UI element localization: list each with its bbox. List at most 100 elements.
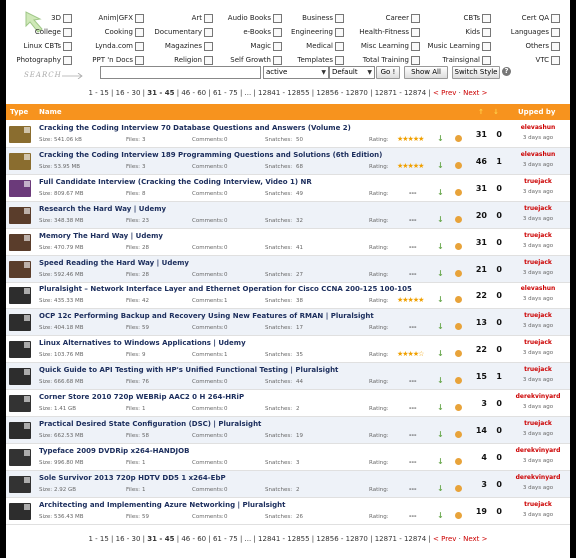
uploader-link[interactable]: truejack: [510, 259, 566, 266]
torrent-title-link[interactable]: Pluralsight – Network Interface Layer an…: [39, 285, 412, 293]
magnet-icon[interactable]: [455, 457, 462, 465]
torrent-title-link[interactable]: Cracking the Coding Interview 70 Databas…: [39, 124, 351, 132]
uploader-link[interactable]: truejack: [510, 339, 566, 346]
download-arrow-icon[interactable]: ↓: [437, 511, 444, 520]
pager-link[interactable]: 12841 - 12855: [258, 535, 310, 543]
torrent-title-link[interactable]: Research the Hard Way | Udemy: [39, 205, 166, 213]
torrent-title-link[interactable]: Linux Alternatives to Windows Applicatio…: [39, 339, 246, 347]
category-cert-qa[interactable]: Cert QA: [472, 12, 562, 25]
pager-link[interactable]: 16 - 30: [116, 535, 141, 543]
magnet-icon[interactable]: [455, 161, 462, 169]
magnet-icon[interactable]: [455, 215, 462, 223]
pager-link[interactable]: 12856 - 12870: [316, 89, 368, 97]
category-checkbox[interactable]: [551, 14, 560, 23]
table-row[interactable]: Full Candidate Interview (Cracking the C…: [6, 175, 570, 202]
uploader-link[interactable]: truejack: [510, 366, 566, 373]
magnet-icon[interactable]: [455, 323, 462, 331]
table-row[interactable]: Pluralsight – Network Interface Layer an…: [6, 282, 570, 310]
uploader-link[interactable]: derekvinyard: [510, 393, 566, 400]
category-thumbnail[interactable]: [9, 179, 31, 197]
show-all-button[interactable]: Show All: [404, 66, 448, 79]
pager-link[interactable]: 61 - 75: [213, 535, 238, 543]
pager-link[interactable]: 61 - 75: [213, 89, 238, 97]
uploader-link[interactable]: truejack: [510, 232, 566, 239]
category-checkbox[interactable]: [551, 56, 560, 65]
uploader-link[interactable]: truejack: [510, 420, 566, 427]
table-row[interactable]: Speed Reading the Hard Way | Udemy Size: 5…: [6, 255, 570, 283]
pager-link[interactable]: 1 - 15: [88, 89, 108, 97]
magnet-icon[interactable]: [455, 296, 462, 304]
torrent-title-link[interactable]: Typeface 2009 DVDRip x264-HANDJOB: [39, 447, 189, 455]
pager-prev-link[interactable]: < Prev: [433, 89, 456, 97]
magnet-icon[interactable]: [455, 350, 462, 358]
table-row[interactable]: Corner Store 2010 720p WEBRip AAC2 0 H 2…: [6, 390, 570, 417]
torrent-title-link[interactable]: Memory The Hard Way | Udemy: [39, 232, 163, 240]
table-row[interactable]: Practical Desired State Configuration (D…: [6, 416, 570, 444]
magnet-icon[interactable]: [455, 188, 462, 196]
download-arrow-icon[interactable]: ↓: [437, 457, 444, 466]
pager-link[interactable]: 31 - 45: [147, 89, 174, 97]
category-thumbnail[interactable]: [9, 448, 31, 466]
switch-style-button[interactable]: Switch Style: [452, 66, 500, 79]
table-row[interactable]: Architecting and Implementing Azure Netw…: [6, 498, 570, 525]
pager-next-link[interactable]: Next >: [463, 89, 487, 97]
pager-link[interactable]: 12856 - 12870: [316, 535, 368, 543]
download-arrow-icon[interactable]: ↓: [437, 349, 444, 358]
category-others[interactable]: Others: [472, 40, 562, 53]
table-row[interactable]: Research the Hard Way | Udemy Size: 348.38…: [6, 201, 570, 229]
sort-select[interactable]: Default ▼: [329, 66, 375, 79]
download-arrow-icon[interactable]: ↓: [437, 295, 444, 304]
header-type[interactable]: Type: [10, 108, 28, 116]
download-arrow-icon[interactable]: ↓: [437, 403, 444, 412]
torrent-title-link[interactable]: Practical Desired State Configuration (D…: [39, 420, 261, 428]
category-thumbnail[interactable]: [9, 126, 31, 143]
pager-link[interactable]: 46 - 60: [181, 89, 206, 97]
table-row[interactable]: OCP 12c Performing Backup and Recovery U…: [6, 309, 570, 337]
torrent-title-link[interactable]: OCP 12c Performing Backup and Recovery U…: [39, 312, 374, 320]
table-row[interactable]: Cracking the Coding Interview 70 Databas…: [6, 121, 570, 148]
category-checkbox[interactable]: [551, 42, 560, 51]
torrent-title-link[interactable]: Corner Store 2010 720p WEBRip AAC2 0 H 2…: [39, 393, 244, 401]
category-thumbnail[interactable]: [9, 206, 31, 224]
pager-link[interactable]: 31 - 45: [147, 535, 174, 543]
category-thumbnail[interactable]: [9, 287, 31, 305]
download-arrow-icon[interactable]: ↓: [437, 376, 444, 385]
download-arrow-icon[interactable]: ↓: [437, 242, 444, 251]
help-icon[interactable]: ?: [502, 67, 511, 76]
category-thumbnail[interactable]: [9, 314, 31, 332]
magnet-icon[interactable]: [455, 269, 462, 277]
uploader-link[interactable]: elevashun: [510, 151, 566, 158]
search-input[interactable]: [100, 66, 261, 79]
table-row[interactable]: Memory The Hard Way | Udemy Size: 470.79 M…: [6, 229, 570, 256]
download-arrow-icon[interactable]: ↓: [437, 269, 444, 278]
download-arrow-icon[interactable]: ↓: [437, 161, 444, 170]
category-thumbnail[interactable]: [9, 395, 31, 412]
uploader-link[interactable]: elevashun: [510, 124, 566, 131]
magnet-icon[interactable]: [455, 404, 462, 411]
status-select[interactable]: active ▼: [263, 66, 329, 79]
pager-link[interactable]: 12871 - 12874: [375, 535, 427, 543]
category-thumbnail[interactable]: [9, 475, 31, 493]
download-arrow-icon[interactable]: ↓: [437, 484, 444, 493]
magnet-icon[interactable]: [455, 430, 462, 438]
torrent-title-link[interactable]: Sole Survivor 2013 720p HDTV DD5 1 x264-…: [39, 474, 226, 482]
magnet-icon[interactable]: [455, 242, 462, 250]
uploader-link[interactable]: elevashun: [510, 285, 566, 292]
pager-link[interactable]: 46 - 60: [181, 535, 206, 543]
torrent-title-link[interactable]: Full Candidate Interview (Cracking the C…: [39, 178, 312, 186]
go-button[interactable]: Go !: [376, 66, 400, 79]
table-row[interactable]: Cracking the Coding Interview 189 Progra…: [6, 147, 570, 175]
download-arrow-icon[interactable]: ↓: [437, 134, 444, 143]
category-languages[interactable]: Languages: [472, 26, 562, 39]
torrent-title-link[interactable]: Architecting and Implementing Azure Netw…: [39, 501, 286, 509]
category-thumbnail[interactable]: [9, 152, 31, 170]
header-uploaded-by[interactable]: Upped by: [518, 108, 555, 116]
sort-leech-down-arrow-icon[interactable]: ↓: [493, 108, 499, 116]
category-thumbnail[interactable]: [9, 260, 31, 278]
pager-prev-link[interactable]: < Prev: [433, 535, 456, 543]
uploader-link[interactable]: truejack: [510, 312, 566, 319]
torrent-title-link[interactable]: Quick Guide to API Testing with HP's Uni…: [39, 366, 338, 374]
pager-link[interactable]: 16 - 30: [116, 89, 141, 97]
header-name[interactable]: Name: [39, 108, 62, 116]
pager-link[interactable]: 1 - 15: [88, 535, 108, 543]
